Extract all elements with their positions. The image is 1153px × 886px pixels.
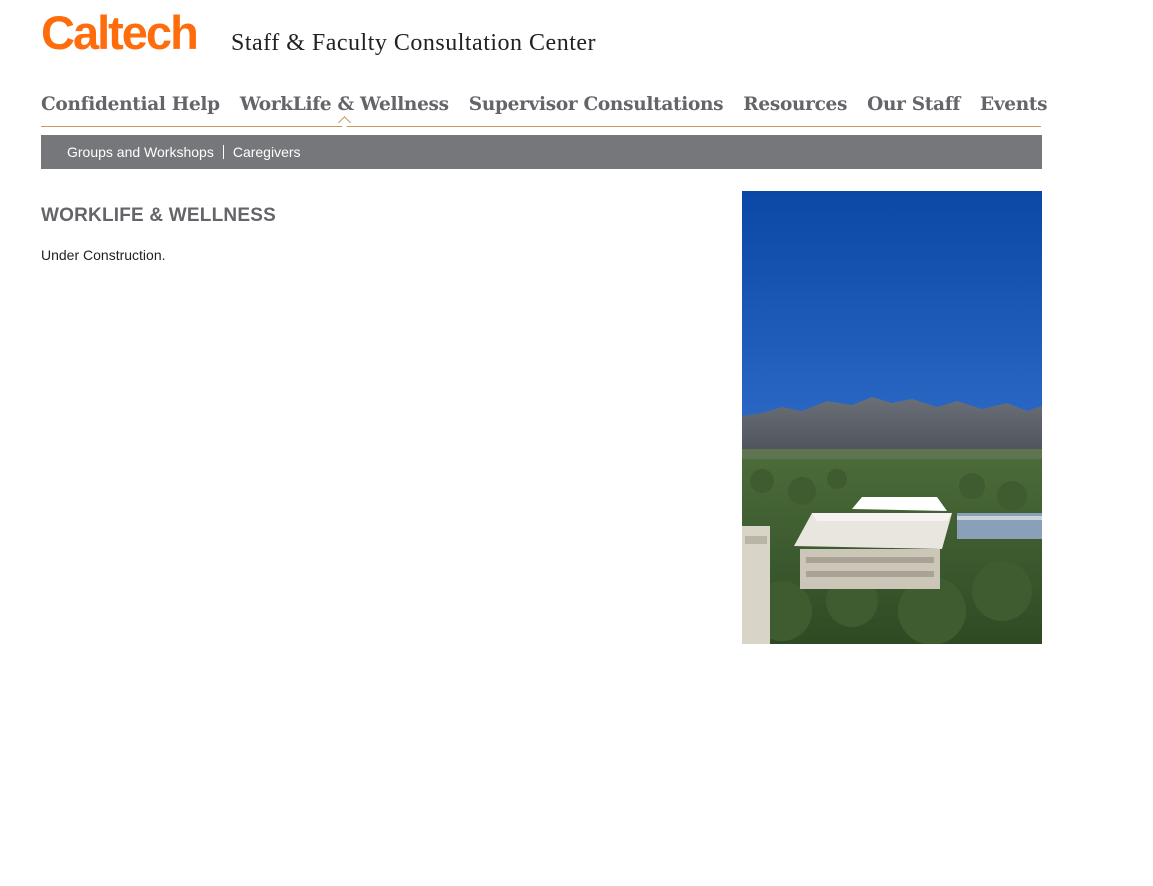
- nav-item-events[interactable]: Events: [980, 90, 1048, 120]
- site-header: Caltech Staff & Faculty Consultation Cen…: [41, 8, 1041, 64]
- page-body-text: Under Construction.: [41, 247, 166, 263]
- nav-item-confidential-help[interactable]: Confidential Help: [41, 90, 220, 120]
- sub-nav-groups-workshops[interactable]: Groups and Workshops: [67, 144, 214, 160]
- sub-navigation: Groups and Workshops Caregivers: [41, 135, 1042, 169]
- nav-item-supervisor-consultations[interactable]: Supervisor Consultations: [469, 90, 724, 120]
- nav-item-resources[interactable]: Resources: [743, 90, 847, 120]
- sub-nav-caregivers[interactable]: Caregivers: [233, 144, 301, 160]
- campus-photo: [742, 191, 1042, 644]
- main-navigation: Confidential Help WorkLife & Wellness Su…: [41, 90, 1048, 127]
- nav-item-worklife-wellness[interactable]: WorkLife & Wellness: [240, 90, 449, 120]
- site-title: Staff & Faculty Consultation Center: [231, 30, 597, 56]
- nav-item-our-staff[interactable]: Our Staff: [867, 90, 960, 120]
- caltech-logo[interactable]: Caltech: [41, 8, 199, 58]
- page-title: WORKLIFE & WELLNESS: [41, 205, 276, 226]
- sub-nav-divider: [222, 145, 224, 159]
